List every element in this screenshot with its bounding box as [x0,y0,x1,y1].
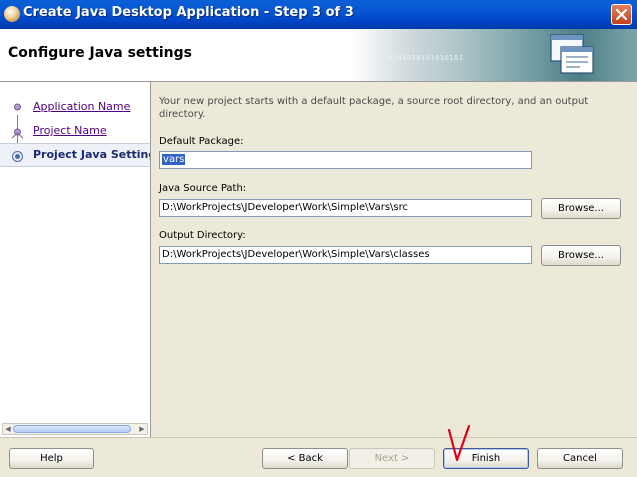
browse-output-button[interactable]: Browse... [541,245,621,266]
output-directory-field[interactable]: D:\WorkProjects\JDeveloper\Work\Simple\V… [159,246,532,264]
next-button[interactable]: Next > [349,448,435,469]
footer-divider [0,437,637,438]
page-title: Configure Java settings [8,45,192,61]
title-bar: Create Java Desktop Application - Step 3… [0,0,637,30]
scroll-right-icon[interactable]: ▶ [137,424,147,434]
scrollbar-thumb[interactable] [13,425,131,433]
cancel-button[interactable]: Cancel [537,448,623,469]
steps-horizontal-scrollbar[interactable]: ◀ ▶ [2,423,148,435]
step-completed-icon [11,128,24,139]
java-source-path-field[interactable]: D:\WorkProjects\JDeveloper\Work\Simple\V… [159,199,532,217]
output-directory-label: Output Directory: [159,230,246,241]
windows-graphic-icon [550,34,594,74]
window-title: Create Java Desktop Application - Step 3… [23,5,354,20]
banner-binary-text: 0101010101010101 [388,54,464,62]
close-button[interactable] [611,4,632,25]
step-project-name[interactable]: Project Name [0,120,150,142]
step-label-current: Project Java Settings [33,148,151,161]
browse-source-button[interactable]: Browse... [541,198,621,219]
scroll-left-icon[interactable]: ◀ [3,424,13,434]
step-current-icon [12,151,23,162]
close-icon [615,8,628,21]
default-package-value: vars [162,154,186,165]
help-button[interactable]: Help [9,448,94,469]
step-completed-icon [14,103,21,111]
step-link[interactable]: Application Name [33,100,130,113]
default-package-field[interactable]: vars [159,151,532,169]
java-source-path-label: Java Source Path: [159,183,247,194]
settings-form: Your new project starts with a default p… [151,82,637,437]
intro-text: Your new project starts with a default p… [159,96,589,120]
back-button[interactable]: < Back [262,448,348,469]
wizard-header: Configure Java settings 0101010101010101 [0,29,637,81]
wizard-steps-pane: Application Name Project Name Project Ja… [0,82,151,437]
java-app-icon [4,6,20,22]
default-package-label: Default Package: [159,136,244,147]
step-project-java-settings[interactable]: Project Java Settings [0,143,150,167]
step-application-name[interactable]: Application Name [0,96,150,118]
red-check-mark-icon [447,424,471,462]
step-link[interactable]: Project Name [33,124,107,137]
